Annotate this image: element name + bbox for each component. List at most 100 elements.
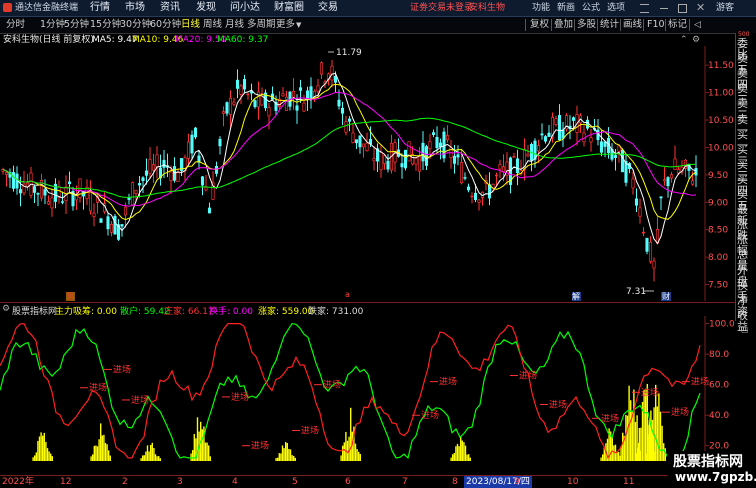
candlestick[interactable] (200, 175, 205, 196)
candlestick[interactable] (267, 102, 271, 130)
candlestick[interactable] (109, 221, 114, 237)
candlestick[interactable] (53, 178, 58, 209)
menu-function[interactable]: 功能 (532, 1, 550, 15)
candlestick[interactable] (659, 196, 663, 211)
candlestick[interactable] (386, 154, 390, 173)
menu-wealth[interactable]: 财富圈 (274, 1, 304, 15)
menu-ask[interactable]: 问小达 (230, 1, 260, 15)
candlestick[interactable] (193, 126, 198, 140)
candlestick[interactable] (186, 133, 191, 164)
chevron-down-icon[interactable]: ▼ (296, 18, 301, 32)
candlestick[interactable] (669, 171, 674, 183)
candlestick[interactable] (190, 130, 194, 159)
candlestick[interactable] (610, 143, 614, 162)
candlestick[interactable] (253, 99, 257, 109)
menu-formula[interactable]: 公式 (582, 1, 600, 15)
candlestick[interactable] (39, 173, 44, 202)
candlestick[interactable] (242, 74, 247, 94)
event-marker-1[interactable]: 测 (66, 291, 74, 302)
candlestick[interactable] (11, 165, 16, 192)
candlestick[interactable] (599, 130, 604, 157)
period-day[interactable]: 日线 (181, 18, 200, 32)
candlestick[interactable] (540, 123, 544, 140)
period-15min[interactable]: 15分钟 (90, 18, 121, 32)
menu-options[interactable]: 选项 (607, 1, 625, 15)
candlestick[interactable] (232, 97, 236, 107)
period-30min[interactable]: 30分钟 (120, 18, 151, 32)
candlestick[interactable] (281, 87, 285, 98)
candlestick[interactable] (351, 122, 355, 144)
candlestick[interactable] (246, 92, 250, 100)
candlestick[interactable] (319, 61, 324, 79)
period-more[interactable]: 更多 (276, 18, 295, 32)
candlestick[interactable] (148, 147, 152, 179)
candlestick[interactable] (99, 217, 103, 223)
candlestick[interactable] (620, 148, 625, 173)
candlestick[interactable] (498, 159, 502, 179)
candlestick[interactable] (561, 121, 565, 148)
candlestick[interactable] (578, 113, 583, 134)
period-tick[interactable]: 分时 (6, 18, 25, 32)
menu-new-draw[interactable]: 新画 (557, 1, 575, 15)
candlestick[interactable] (225, 101, 229, 117)
candlestick[interactable] (74, 185, 79, 211)
candlestick[interactable] (144, 158, 149, 185)
candlestick[interactable] (680, 160, 684, 175)
candlestick[interactable] (641, 227, 646, 237)
candlestick[interactable] (389, 134, 394, 174)
candlestick[interactable] (557, 104, 562, 141)
kline-chart[interactable]: 11.50 11.00 10.50 10.00 9.50 9.00 8.50 8.00 7.50… (0, 46, 735, 301)
candlestick[interactable] (638, 198, 642, 224)
candlestick[interactable] (141, 176, 145, 194)
candlestick[interactable] (151, 153, 156, 183)
event-marker-3[interactable]: 解 (572, 291, 580, 302)
candlestick[interactable] (197, 150, 201, 170)
panel-up-icon[interactable]: ⌃ (680, 34, 688, 46)
login-notice[interactable]: 证劵交易未登录 (410, 1, 473, 15)
event-marker-4[interactable]: 财 (662, 291, 670, 302)
candlestick[interactable] (379, 144, 383, 178)
candlestick[interactable] (480, 191, 485, 206)
candlestick[interactable] (624, 154, 628, 187)
candlestick[interactable] (235, 69, 240, 99)
candlestick[interactable] (582, 125, 586, 147)
candlestick[interactable] (547, 124, 551, 137)
candlestick[interactable] (249, 83, 254, 101)
menu-news[interactable]: 资讯 (160, 1, 180, 15)
candlestick[interactable] (536, 139, 541, 164)
stock-link[interactable]: 安科生物 (469, 1, 505, 15)
menu-market[interactable]: 市场 (125, 1, 145, 15)
candlestick[interactable] (589, 128, 593, 152)
period-1min[interactable]: 1分钟 (40, 18, 65, 32)
side-arrow-icon[interactable] (735, 33, 756, 37)
candlestick[interactable] (666, 176, 670, 198)
candlestick[interactable] (449, 140, 453, 169)
indicator-settings-icon[interactable]: ⚙ (2, 304, 10, 314)
candlestick[interactable] (179, 157, 184, 176)
minimize-icon[interactable] (660, 8, 668, 9)
candlestick[interactable] (648, 236, 653, 264)
candlestick[interactable] (487, 172, 492, 206)
candlestick[interactable] (354, 139, 359, 149)
candlestick[interactable] (106, 212, 110, 236)
candlestick[interactable] (116, 219, 121, 241)
candlestick[interactable] (400, 153, 404, 179)
menu-discover[interactable]: 发现 (196, 1, 216, 15)
candlestick[interactable] (92, 203, 96, 227)
candlestick[interactable] (382, 154, 387, 170)
candlestick[interactable] (4, 171, 9, 187)
candlestick[interactable] (407, 141, 411, 162)
indicator-chart[interactable]: 进场进场 进场进场进场 进场进场进场进场进场进场进场进场进场进场 100.080.0… (0, 316, 735, 475)
candlestick[interactable] (239, 84, 243, 105)
candlestick[interactable] (375, 143, 380, 172)
candlestick[interactable] (554, 115, 558, 127)
candlestick[interactable] (155, 146, 159, 179)
candlestick[interactable] (470, 192, 474, 204)
candlestick[interactable] (228, 90, 233, 128)
candlestick[interactable] (564, 113, 569, 132)
candlestick[interactable] (263, 89, 268, 112)
candlestick[interactable] (627, 162, 632, 174)
period-5min[interactable]: 5分钟 (64, 18, 89, 32)
candlestick[interactable] (435, 126, 439, 153)
tool-multi-stock[interactable]: 多股 (577, 18, 596, 32)
